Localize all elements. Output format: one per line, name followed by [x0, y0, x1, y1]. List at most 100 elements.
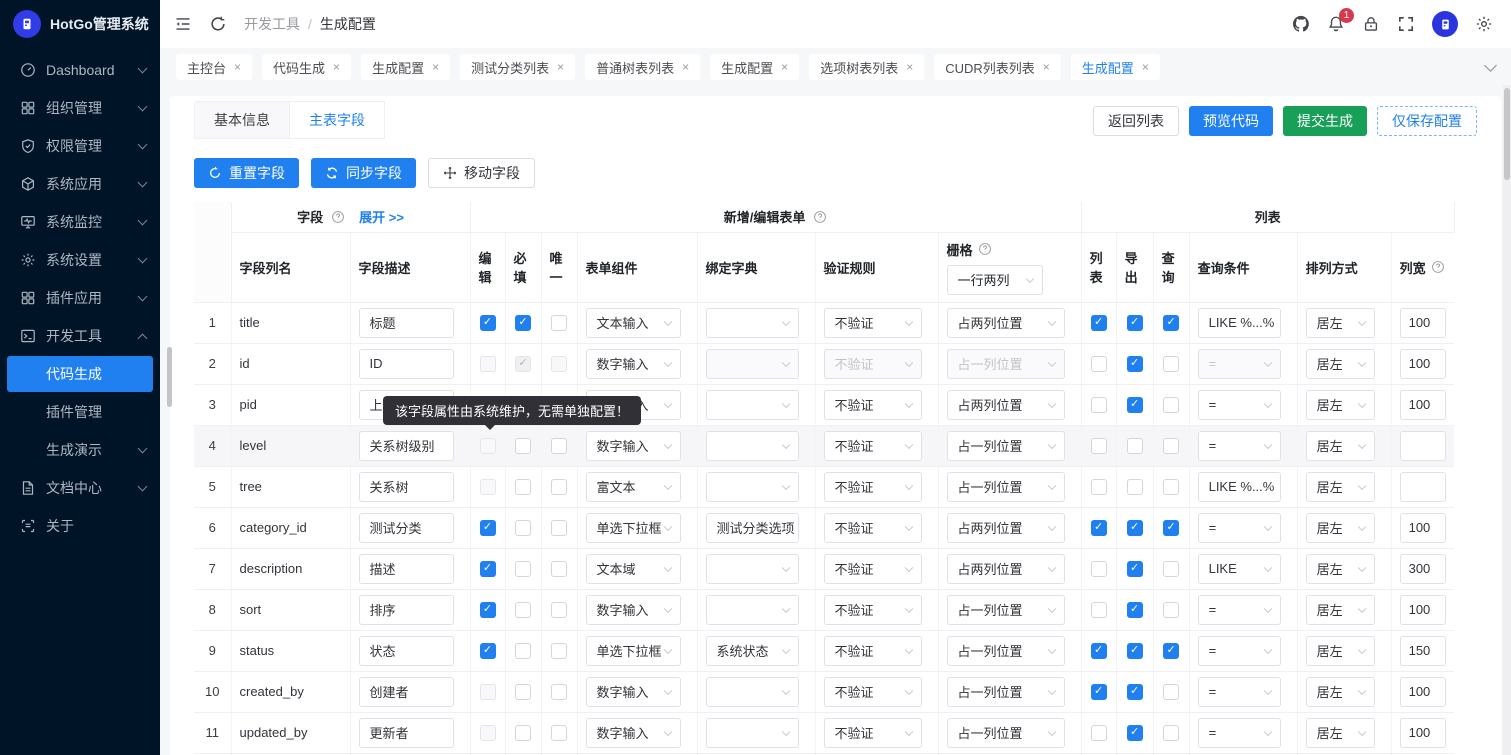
grid-select[interactable]: 占一列位置 — [947, 718, 1065, 748]
dict-select[interactable] — [706, 554, 799, 584]
export-checkbox[interactable]: ✓ — [1127, 520, 1143, 536]
query-checkbox[interactable]: ✓ — [1163, 520, 1179, 536]
sidebar-item-0[interactable]: Dashboard — [0, 51, 160, 89]
sidebar-item-11[interactable]: 文档中心 — [0, 469, 160, 507]
page-scrollbar[interactable] — [1503, 85, 1511, 755]
query-cond-select[interactable]: = — [1198, 431, 1281, 461]
export-checkbox[interactable]: ✓ — [1127, 602, 1143, 618]
grid-select[interactable]: 占一列位置 — [947, 431, 1065, 461]
edit-checkbox[interactable]: ✓ — [480, 643, 496, 659]
field-desc-input[interactable] — [359, 472, 454, 502]
unique-checkbox[interactable] — [551, 315, 567, 331]
query-checkbox[interactable] — [1163, 684, 1179, 700]
query-cond-select[interactable]: = — [1198, 513, 1281, 543]
edit-checkbox[interactable] — [480, 684, 496, 700]
align-select[interactable]: 居左 — [1306, 513, 1375, 543]
unique-checkbox[interactable] — [551, 356, 567, 372]
dict-select[interactable] — [706, 431, 799, 461]
component-select[interactable]: 文本输入 — [586, 308, 681, 338]
query-cond-select[interactable]: LIKE %...% — [1198, 308, 1281, 338]
list-checkbox[interactable] — [1091, 397, 1107, 413]
grid-default-select[interactable]: 一行两列 — [947, 265, 1043, 295]
notification-bell[interactable]: 1 — [1327, 15, 1345, 33]
list-checkbox[interactable]: ✓ — [1091, 520, 1107, 536]
grid-select[interactable]: 占两列位置 — [947, 554, 1065, 584]
content-scrollbar-thumb[interactable] — [167, 347, 172, 407]
query-cond-select[interactable]: = — [1198, 390, 1281, 420]
tab-chip-4[interactable]: 普通树表列表× — [585, 54, 700, 80]
unique-checkbox[interactable] — [551, 520, 567, 536]
dict-select[interactable] — [706, 677, 799, 707]
align-select[interactable]: 居左 — [1306, 390, 1375, 420]
dict-select[interactable]: 系统状态 — [706, 636, 799, 666]
align-select[interactable]: 居左 — [1306, 349, 1375, 379]
required-checkbox[interactable] — [515, 479, 531, 495]
required-checkbox[interactable] — [515, 725, 531, 741]
tab-chip-0[interactable]: 主控台× — [176, 54, 252, 80]
edit-checkbox[interactable] — [480, 356, 496, 372]
align-select[interactable]: 居左 — [1306, 718, 1375, 748]
required-checkbox[interactable] — [515, 520, 531, 536]
tab-chip-7[interactable]: CUDR列表列表× — [934, 54, 1061, 80]
query-checkbox[interactable]: ✓ — [1163, 315, 1179, 331]
content-tab-0[interactable]: 基本信息 — [194, 101, 290, 139]
field-desc-input[interactable] — [359, 718, 454, 748]
breadcrumb-parent[interactable]: 开发工具 — [244, 14, 300, 34]
tab-close-icon[interactable]: × — [1142, 61, 1149, 73]
query-cond-select[interactable]: = — [1198, 677, 1281, 707]
required-checkbox[interactable]: ✓ — [515, 356, 531, 372]
grid-select[interactable]: 占一列位置 — [947, 677, 1065, 707]
dict-select[interactable] — [706, 472, 799, 502]
tab-chip-2[interactable]: 生成配置× — [361, 54, 450, 80]
grid-select[interactable]: 占两列位置 — [947, 308, 1065, 338]
width-input[interactable] — [1400, 431, 1446, 461]
edit-checkbox[interactable]: ✓ — [480, 602, 496, 618]
page-scrollbar-thumb[interactable] — [1504, 88, 1510, 180]
back-to-list-button[interactable]: 返回列表 — [1093, 106, 1179, 136]
validate-select[interactable]: 不验证 — [824, 554, 922, 584]
list-checkbox[interactable] — [1091, 356, 1107, 372]
validate-select[interactable]: 不验证 — [824, 349, 922, 379]
tab-chip-1[interactable]: 代码生成× — [262, 54, 351, 80]
settings-gear-icon[interactable] — [1475, 15, 1493, 33]
validate-select[interactable]: 不验证 — [824, 677, 922, 707]
field-desc-input[interactable] — [359, 636, 454, 666]
export-checkbox[interactable] — [1127, 438, 1143, 454]
sidebar-item-1[interactable]: 组织管理 — [0, 89, 160, 127]
tab-close-icon[interactable]: × — [557, 61, 564, 73]
grid-select[interactable]: 占一列位置 — [947, 349, 1065, 379]
edit-checkbox[interactable]: ✓ — [480, 315, 496, 331]
query-checkbox[interactable] — [1163, 397, 1179, 413]
unique-checkbox[interactable] — [551, 561, 567, 577]
component-select[interactable]: 单选下拉框 — [586, 513, 681, 543]
field-desc-input[interactable] — [359, 431, 454, 461]
query-checkbox[interactable] — [1163, 356, 1179, 372]
sidebar-item-9[interactable]: 插件管理 — [0, 393, 160, 431]
sidebar-item-3[interactable]: 系统应用 — [0, 165, 160, 203]
validate-select[interactable]: 不验证 — [824, 431, 922, 461]
query-checkbox[interactable] — [1163, 438, 1179, 454]
width-input[interactable] — [1400, 390, 1446, 420]
required-checkbox[interactable] — [515, 438, 531, 454]
width-input[interactable] — [1400, 636, 1446, 666]
export-checkbox[interactable]: ✓ — [1127, 356, 1143, 372]
dict-select[interactable] — [706, 390, 799, 420]
tabbar-chevron-down-icon[interactable] — [1484, 59, 1497, 72]
dict-select[interactable] — [706, 349, 799, 379]
width-input[interactable] — [1400, 718, 1446, 748]
align-select[interactable]: 居左 — [1306, 677, 1375, 707]
align-select[interactable]: 居左 — [1306, 636, 1375, 666]
query-cond-select[interactable]: = — [1198, 636, 1281, 666]
list-checkbox[interactable]: ✓ — [1091, 684, 1107, 700]
validate-select[interactable]: 不验证 — [824, 595, 922, 625]
unique-checkbox[interactable] — [551, 602, 567, 618]
tab-chip-3[interactable]: 测试分类列表× — [460, 54, 575, 80]
tab-close-icon[interactable]: × — [906, 61, 913, 73]
list-checkbox[interactable] — [1091, 725, 1107, 741]
export-checkbox[interactable]: ✓ — [1127, 315, 1143, 331]
required-checkbox[interactable] — [515, 643, 531, 659]
component-select[interactable]: 数字输入 — [586, 677, 681, 707]
required-checkbox[interactable] — [515, 561, 531, 577]
align-select[interactable]: 居左 — [1306, 308, 1375, 338]
export-checkbox[interactable]: ✓ — [1127, 684, 1143, 700]
